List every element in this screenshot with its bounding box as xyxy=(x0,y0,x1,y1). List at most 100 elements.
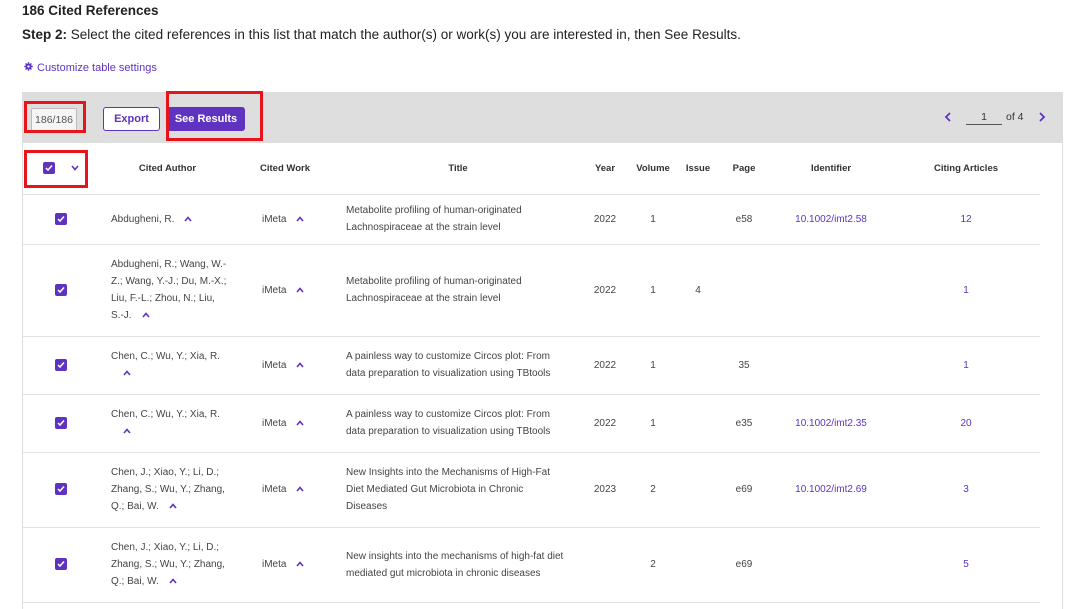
identifier-link[interactable] xyxy=(770,244,892,337)
chevron-up-icon[interactable] xyxy=(296,287,305,293)
select-all-header xyxy=(23,143,99,195)
col-header-cited-work[interactable]: Cited Work xyxy=(236,143,334,195)
issue-cell xyxy=(678,452,718,528)
step-instruction: Step 2: Select the cited references in t… xyxy=(22,27,741,42)
citing-articles-link[interactable]: 12 xyxy=(892,194,1040,245)
title-cell: A painless way to customize Circos plot:… xyxy=(334,394,582,453)
page-cell: e35 xyxy=(718,394,770,453)
cited-work: iMeta xyxy=(262,284,287,296)
citing-articles-link[interactable]: 5 xyxy=(892,527,1040,603)
cited-author: Chen, C.; Wu, Y.; Xia, R. xyxy=(111,409,220,420)
issue-cell: 4 xyxy=(678,244,718,337)
table-row: Chen, C.; Wu, Y.; Xia, R. iMeta A painle… xyxy=(23,336,1040,395)
chevron-up-icon[interactable] xyxy=(296,420,305,426)
cited-work: iMeta xyxy=(262,559,287,570)
identifier-link[interactable]: 10.1002/imt2.69 xyxy=(770,452,892,528)
customize-label: Customize table settings xyxy=(37,62,157,74)
chevron-up-icon[interactable] xyxy=(296,561,305,567)
row-checkbox[interactable] xyxy=(55,416,67,429)
chevron-down-icon[interactable] xyxy=(71,165,79,171)
row-checkbox[interactable] xyxy=(55,283,67,296)
year-cell: 2022 xyxy=(582,394,628,453)
volume-cell: 1 xyxy=(628,336,678,395)
cited-work: iMeta xyxy=(262,417,287,429)
identifier-link[interactable] xyxy=(770,336,892,395)
table-row: Chen, J.; Xiao, Y.; Li, D.; Zhang, S.; W… xyxy=(23,527,1040,603)
chevron-up-icon[interactable] xyxy=(123,428,131,434)
row-checkbox[interactable] xyxy=(55,358,67,371)
citing-articles-link[interactable]: 1 xyxy=(892,336,1040,395)
title-cell: New insights into the mechanisms of high… xyxy=(334,527,582,603)
title-cell: Metabolite profiling of human-originated… xyxy=(334,194,582,245)
page-cell: e58 xyxy=(718,194,770,245)
col-header-citing-articles[interactable]: Citing Articles xyxy=(892,143,1040,195)
volume-cell: 2 xyxy=(628,452,678,528)
identifier-link[interactable] xyxy=(770,527,892,603)
col-header-identifier[interactable]: Identifier xyxy=(770,143,892,195)
title-cell: New Insights into the Mechanisms of High… xyxy=(334,452,582,528)
cited-work: iMeta xyxy=(262,213,287,225)
year-cell: 2023 xyxy=(582,452,628,528)
toolbar: 186/186 Export See Results of 4 xyxy=(23,93,1062,143)
chevron-right-icon[interactable] xyxy=(1036,111,1048,123)
year-cell: 2022 xyxy=(582,336,628,395)
chevron-up-icon[interactable] xyxy=(296,216,305,222)
results-panel: 186/186 Export See Results of 4 xyxy=(22,92,1063,609)
page-number-input[interactable] xyxy=(966,109,1002,125)
gear-icon xyxy=(24,62,33,74)
page-cell: 35 xyxy=(718,336,770,395)
citing-articles-link[interactable]: 1 xyxy=(892,244,1040,337)
page-total: of 4 xyxy=(1006,111,1024,123)
col-header-year[interactable]: Year xyxy=(582,143,628,195)
page-cell xyxy=(718,244,770,337)
cited-author: Abdugheni, R.; Wang, W.-Z.; Wang, Y.-J.;… xyxy=(111,259,227,321)
step-text: Select the cited references in this list… xyxy=(67,27,741,42)
table-row: Chen, J.; Xiao, Y.; Li, D.; Zhang, S.; W… xyxy=(23,452,1040,528)
chevron-up-icon[interactable] xyxy=(296,486,305,492)
chevron-up-icon[interactable] xyxy=(296,362,305,368)
pagination: of 4 xyxy=(942,109,1048,125)
cited-author: Chen, C.; Wu, Y.; Xia, R. xyxy=(111,351,220,362)
chevron-up-icon[interactable] xyxy=(141,312,150,318)
year-cell: 2022 xyxy=(582,194,628,245)
volume-cell: 1 xyxy=(628,194,678,245)
select-all-checkbox[interactable] xyxy=(43,162,55,175)
col-header-issue[interactable]: Issue xyxy=(678,143,718,195)
col-header-volume[interactable]: Volume xyxy=(628,143,678,195)
cited-author: Abdugheni, R. xyxy=(111,213,175,225)
citing-articles-link[interactable]: 20 xyxy=(892,394,1040,453)
issue-cell xyxy=(678,336,718,395)
identifier-link[interactable]: 10.1002/imt2.35 xyxy=(770,394,892,453)
chevron-left-icon[interactable] xyxy=(942,111,954,123)
export-button[interactable]: Export xyxy=(103,107,160,131)
chevron-up-icon[interactable] xyxy=(123,370,131,376)
cited-work: iMeta xyxy=(262,359,287,371)
col-header-cited-author[interactable]: Cited Author xyxy=(99,143,236,195)
see-results-button[interactable]: See Results xyxy=(167,107,245,131)
volume-cell: 2 xyxy=(628,527,678,603)
selection-count: 186/186 xyxy=(31,108,77,132)
chevron-up-icon[interactable] xyxy=(169,578,177,584)
issue-cell xyxy=(678,527,718,603)
issue-cell xyxy=(678,394,718,453)
customize-table-link[interactable]: Customize table settings xyxy=(24,62,157,74)
row-checkbox[interactable] xyxy=(55,558,67,571)
citing-articles-link[interactable]: 3 xyxy=(892,452,1040,528)
identifier-link[interactable]: 10.1002/imt2.58 xyxy=(770,194,892,245)
issue-cell xyxy=(678,194,718,245)
page-heading: 186 Cited References xyxy=(22,3,159,18)
cited-references-table: Cited Author Cited Work Title Year Volum… xyxy=(23,143,1040,603)
row-checkbox[interactable] xyxy=(55,212,67,225)
row-checkbox[interactable] xyxy=(55,483,67,496)
col-header-title[interactable]: Title xyxy=(334,143,582,195)
page-cell: e69 xyxy=(718,452,770,528)
year-cell: 2022 xyxy=(582,244,628,337)
chevron-up-icon[interactable] xyxy=(184,216,192,222)
col-header-page[interactable]: Page xyxy=(718,143,770,195)
table-row: Abdugheni, R. iMeta Metabolite profiling… xyxy=(23,194,1040,245)
cited-work: iMeta xyxy=(262,484,287,495)
step-label: Step 2: xyxy=(22,27,68,42)
table-row: Abdugheni, R.; Wang, W.-Z.; Wang, Y.-J.;… xyxy=(23,244,1040,337)
chevron-up-icon[interactable] xyxy=(169,503,177,509)
title-cell: Metabolite profiling of human-originated… xyxy=(334,244,582,337)
